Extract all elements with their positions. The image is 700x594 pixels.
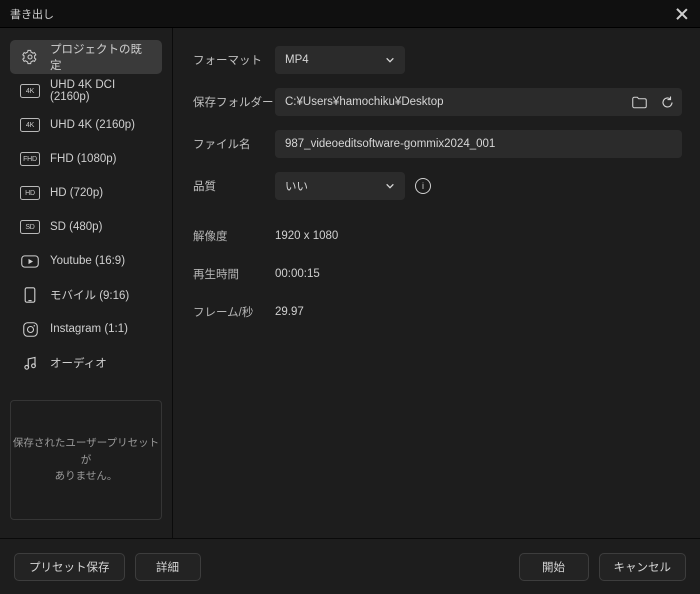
hd-badge-icon: HD [20,186,40,200]
label-duration: 再生時間 [193,266,275,282]
format-select[interactable]: MP4 [275,46,405,74]
preset-label: Youtube (16:9) [50,255,125,267]
preset-label: プロジェクトの既定 [50,41,152,73]
preset-fhd[interactable]: FHD FHD (1080p) [10,142,162,176]
save-preset-button[interactable]: プリセット保存 [14,553,125,581]
instagram-icon [20,322,40,336]
info-icon[interactable]: i [415,178,431,194]
settings-icon [20,50,40,64]
preset-label: UHD 4K DCI (2160p) [50,79,152,103]
format-value: MP4 [285,54,309,66]
row-fps: フレーム/秒 29.97 [193,304,682,320]
fhd-badge-icon: FHD [20,152,40,166]
preset-label: モバイル (9:16) [50,287,129,303]
preset-label: FHD (1080p) [50,153,116,165]
preset-uhd-4k[interactable]: 4K UHD 4K (2160p) [10,108,162,142]
preset-label: HD (720p) [50,187,103,199]
preset-label: SD (480p) [50,221,102,233]
mobile-icon [20,288,40,302]
quality-value: いい [285,178,308,194]
resolution-value: 1920 x 1080 [275,230,338,242]
start-button[interactable]: 開始 [519,553,589,581]
fps-value: 29.97 [275,306,304,318]
4k-badge-icon: 4K [20,118,40,132]
browse-folder-icon[interactable] [630,93,648,111]
row-folder: 保存フォルダー C:¥Users¥hamochiku¥Desktop [193,88,682,116]
preset-label: オーディオ [50,355,107,371]
title-bar: 書き出し [0,0,700,28]
row-quality: 品質 いい i [193,172,682,200]
label-fps: フレーム/秒 [193,304,275,320]
preset-sd[interactable]: SD SD (480p) [10,210,162,244]
sd-badge-icon: SD [20,220,40,234]
duration-value: 00:00:15 [275,268,320,280]
close-icon[interactable] [674,6,690,22]
label-folder: 保存フォルダー [193,94,275,110]
row-duration: 再生時間 00:00:15 [193,266,682,282]
preset-youtube[interactable]: Youtube (16:9) [10,244,162,278]
export-settings-panel: フォーマット MP4 保存フォルダー C:¥Users¥hamochiku¥De… [173,28,700,538]
refresh-icon[interactable] [658,93,676,111]
preset-hd[interactable]: HD HD (720p) [10,176,162,210]
export-dialog: 書き出し プロジェクトの既定 4K UHD 4K DCI (2160p) [0,0,700,594]
chevron-down-icon [385,55,395,65]
preset-instagram[interactable]: Instagram (1:1) [10,312,162,346]
dialog-footer: プリセット保存 詳細 開始 キャンセル [0,538,700,594]
label-filename: ファイル名 [193,136,275,152]
label-format: フォーマット [193,52,275,68]
window-title: 書き出し [10,6,54,22]
folder-value: C:¥Users¥hamochiku¥Desktop [285,96,444,108]
detail-button[interactable]: 詳細 [135,553,201,581]
quality-select[interactable]: いい [275,172,405,200]
4k-badge-icon: 4K [20,84,40,98]
preset-uhd-4k-dci[interactable]: 4K UHD 4K DCI (2160p) [10,74,162,108]
row-resolution: 解像度 1920 x 1080 [193,228,682,244]
dialog-body: プロジェクトの既定 4K UHD 4K DCI (2160p) 4K UHD 4… [0,28,700,538]
audio-icon [20,356,40,370]
user-preset-empty-text: 保存されたユーザープリセットが ありません。 [11,435,161,485]
filename-input[interactable]: 987_videoeditsoftware-gommix2024_001 [275,130,682,158]
preset-project-default[interactable]: プロジェクトの既定 [10,40,162,74]
chevron-down-icon [385,181,395,191]
label-quality: 品質 [193,178,275,194]
filename-value: 987_videoeditsoftware-gommix2024_001 [285,138,495,150]
user-preset-empty-box: 保存されたユーザープリセットが ありません。 [10,400,162,520]
meta-block: 解像度 1920 x 1080 再生時間 00:00:15 フレーム/秒 29.… [193,228,682,320]
label-resolution: 解像度 [193,228,275,244]
preset-mobile[interactable]: モバイル (9:16) [10,278,162,312]
preset-sidebar: プロジェクトの既定 4K UHD 4K DCI (2160p) 4K UHD 4… [0,28,172,538]
preset-label: Instagram (1:1) [50,323,128,335]
cancel-button[interactable]: キャンセル [599,553,687,581]
preset-label: UHD 4K (2160p) [50,119,135,131]
preset-list: プロジェクトの既定 4K UHD 4K DCI (2160p) 4K UHD 4… [10,40,162,380]
row-filename: ファイル名 987_videoeditsoftware-gommix2024_0… [193,130,682,158]
youtube-icon [20,254,40,268]
row-format: フォーマット MP4 [193,46,682,74]
folder-input[interactable]: C:¥Users¥hamochiku¥Desktop [275,88,682,116]
preset-audio[interactable]: オーディオ [10,346,162,380]
